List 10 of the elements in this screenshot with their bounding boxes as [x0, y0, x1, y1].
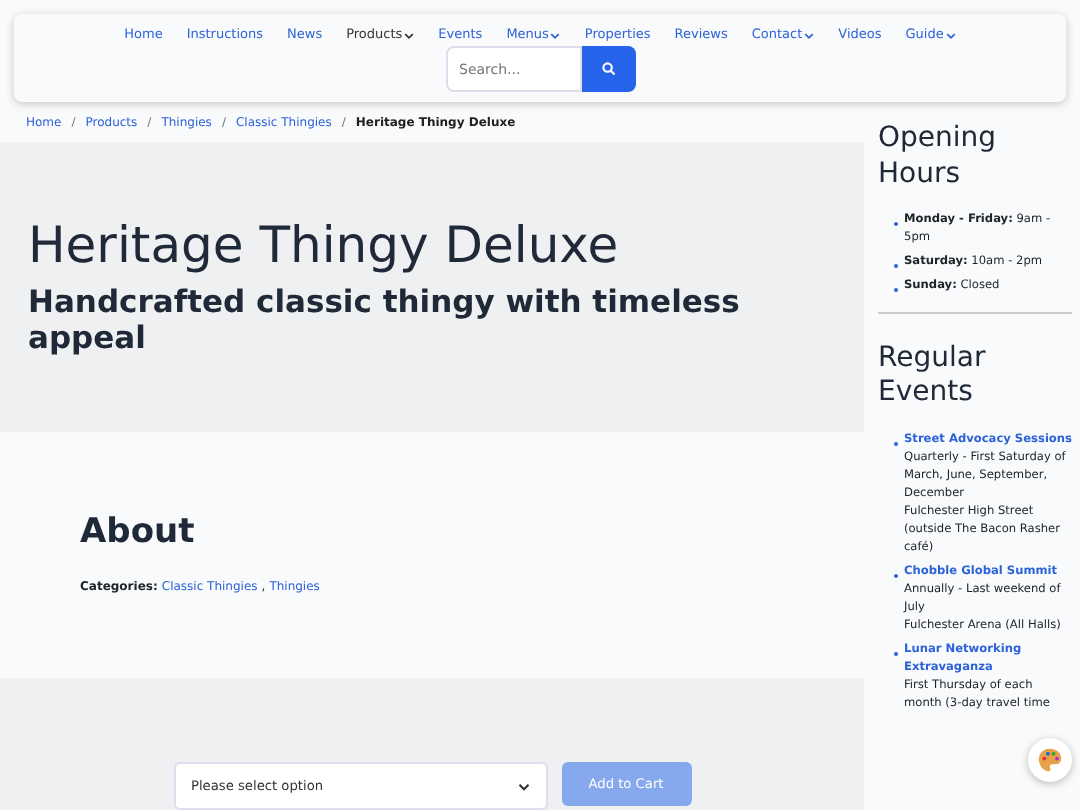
theme-button[interactable] — [1028, 738, 1072, 782]
about-heading: About — [80, 511, 197, 552]
chevron-icon — [517, 781, 529, 791]
search-icon — [601, 62, 615, 76]
product-title: Heritage Thingy Deluxe — [28, 216, 621, 275]
regular-events-heading: Regular Events — [878, 341, 988, 412]
opening-hours-heading: Opening Hours — [878, 122, 999, 192]
search-button[interactable] — [581, 46, 635, 92]
product-subtitle: Handcrafted classic thingy with timeless appeal — [28, 284, 742, 357]
palette-icon — [1036, 746, 1064, 774]
